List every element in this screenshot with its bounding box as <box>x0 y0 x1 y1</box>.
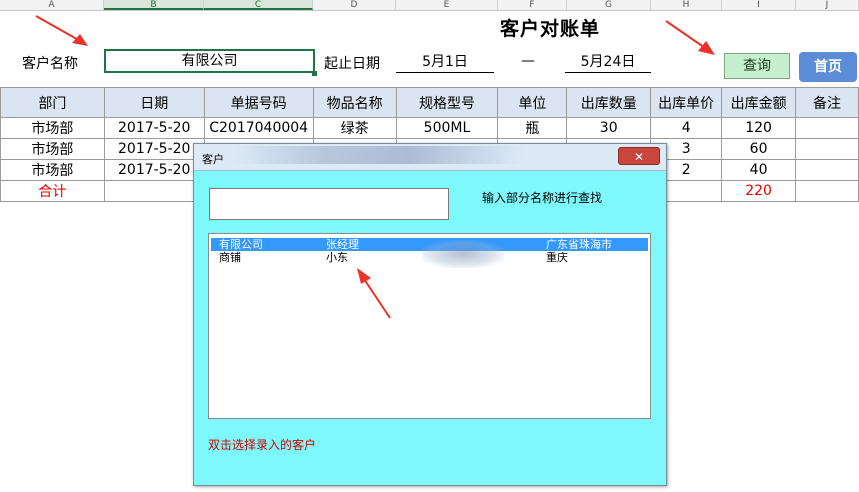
cell-department[interactable]: 市场部 <box>0 138 105 160</box>
start-date-cell[interactable]: 5月1日 <box>396 52 494 73</box>
annotation-arrow-query <box>665 20 715 55</box>
cell-empty[interactable] <box>103 180 205 202</box>
header-out-qty[interactable]: 出库数量 <box>566 87 652 118</box>
cell-date[interactable]: 2017-5-20 <box>103 138 205 160</box>
home-button[interactable]: 首页 <box>799 52 857 82</box>
cell-remark[interactable] <box>795 159 859 181</box>
customer-label: 客户名称 <box>22 56 78 72</box>
total-label[interactable]: 合计 <box>0 180 105 202</box>
header-out-amount[interactable]: 出库金额 <box>721 87 797 118</box>
total-amount[interactable]: 220 <box>721 180 797 202</box>
annotation-arrow-customer <box>35 15 88 46</box>
cell-empty[interactable] <box>795 180 859 202</box>
column-header-g[interactable]: G <box>567 0 651 10</box>
cell-date[interactable]: 2017-5-20 <box>103 159 205 181</box>
dialog-titlebar[interactable]: 客户 ✕ <box>194 144 666 171</box>
cell-unit[interactable]: 瓶 <box>497 117 568 139</box>
cell-doc-number[interactable]: C2017040004 <box>203 117 314 139</box>
list-item-name: 商铺 <box>219 251 241 264</box>
blurred-region <box>234 146 524 164</box>
list-item-name: 有限公司 <box>219 238 263 251</box>
column-header-j[interactable]: J <box>796 0 859 10</box>
header-item-name[interactable]: 物品名称 <box>312 87 397 118</box>
header-out-price[interactable]: 出库单价 <box>650 87 723 118</box>
column-header-c[interactable]: C <box>204 0 313 10</box>
cell-spec[interactable]: 500ML <box>395 117 499 139</box>
header-unit[interactable]: 单位 <box>497 87 568 118</box>
header-remark[interactable]: 备注 <box>795 87 859 118</box>
column-header-b[interactable]: B <box>104 0 204 10</box>
report-title: 客户对账单 <box>499 18 600 40</box>
list-item-address: 重庆 <box>546 251 568 264</box>
cell-department[interactable]: 市场部 <box>0 159 105 181</box>
header-doc-number[interactable]: 单据号码 <box>203 87 314 118</box>
column-header-a[interactable]: A <box>0 0 104 10</box>
cell-out-price[interactable]: 4 <box>650 117 723 139</box>
list-item-address: 广东省珠海市 <box>546 238 612 251</box>
cell-out-amount[interactable]: 120 <box>721 117 797 139</box>
dialog-title: 客户 <box>202 153 224 166</box>
header-department[interactable]: 部门 <box>0 87 105 118</box>
annotation-arrow-list <box>357 268 391 319</box>
blurred-region <box>422 240 504 268</box>
header-spec[interactable]: 规格型号 <box>395 87 499 118</box>
query-button[interactable]: 查询 <box>724 53 790 79</box>
header-date[interactable]: 日期 <box>103 87 205 118</box>
table-row: 市场部 2017-5-20 C2017040004 绿茶 500ML 瓶 30 … <box>0 117 859 139</box>
column-header-d[interactable]: D <box>313 0 396 10</box>
cell-remark[interactable] <box>795 138 859 160</box>
close-icon[interactable]: ✕ <box>618 147 660 165</box>
cell-out-amount[interactable]: 40 <box>721 159 797 181</box>
list-item-contact: 小东 <box>326 251 348 264</box>
cell-out-qty[interactable]: 30 <box>566 117 652 139</box>
cell-date[interactable]: 2017-5-20 <box>103 117 205 139</box>
customer-search-input[interactable] <box>209 188 449 220</box>
search-hint: 输入部分名称进行查找 <box>482 191 603 205</box>
cell-item-name[interactable]: 绿茶 <box>312 117 397 139</box>
table-header-row: 部门 日期 单据号码 物品名称 规格型号 单位 出库数量 出库单价 出库金额 备… <box>0 87 859 118</box>
end-date-cell[interactable]: 5月24日 <box>565 52 651 73</box>
column-header-i[interactable]: I <box>722 0 796 10</box>
column-header-f[interactable]: F <box>498 0 567 10</box>
fill-handle[interactable] <box>312 71 317 76</box>
cell-out-amount[interactable]: 60 <box>721 138 797 160</box>
customer-list[interactable]: 有限公司 张经理 广东省珠海市 商铺 小东 重庆 <box>208 233 651 419</box>
column-header-e[interactable]: E <box>396 0 498 10</box>
cell-department[interactable]: 市场部 <box>0 117 105 139</box>
list-item-contact: 张经理 <box>326 238 359 251</box>
date-separator: — <box>521 53 535 69</box>
cell-remark[interactable] <box>795 117 859 139</box>
column-header-h[interactable]: H <box>651 0 722 10</box>
column-header-bar: A B C D E F G H I J <box>0 0 859 11</box>
customer-name-cell[interactable]: 有限公司 <box>104 49 315 73</box>
dialog-note: 双击选择录入的客户 <box>208 438 317 452</box>
date-range-label: 起止日期 <box>324 56 380 72</box>
customer-dialog: 客户 ✕ 输入部分名称进行查找 有限公司 张经理 广东省珠海市 商铺 小东 重庆… <box>193 143 667 486</box>
